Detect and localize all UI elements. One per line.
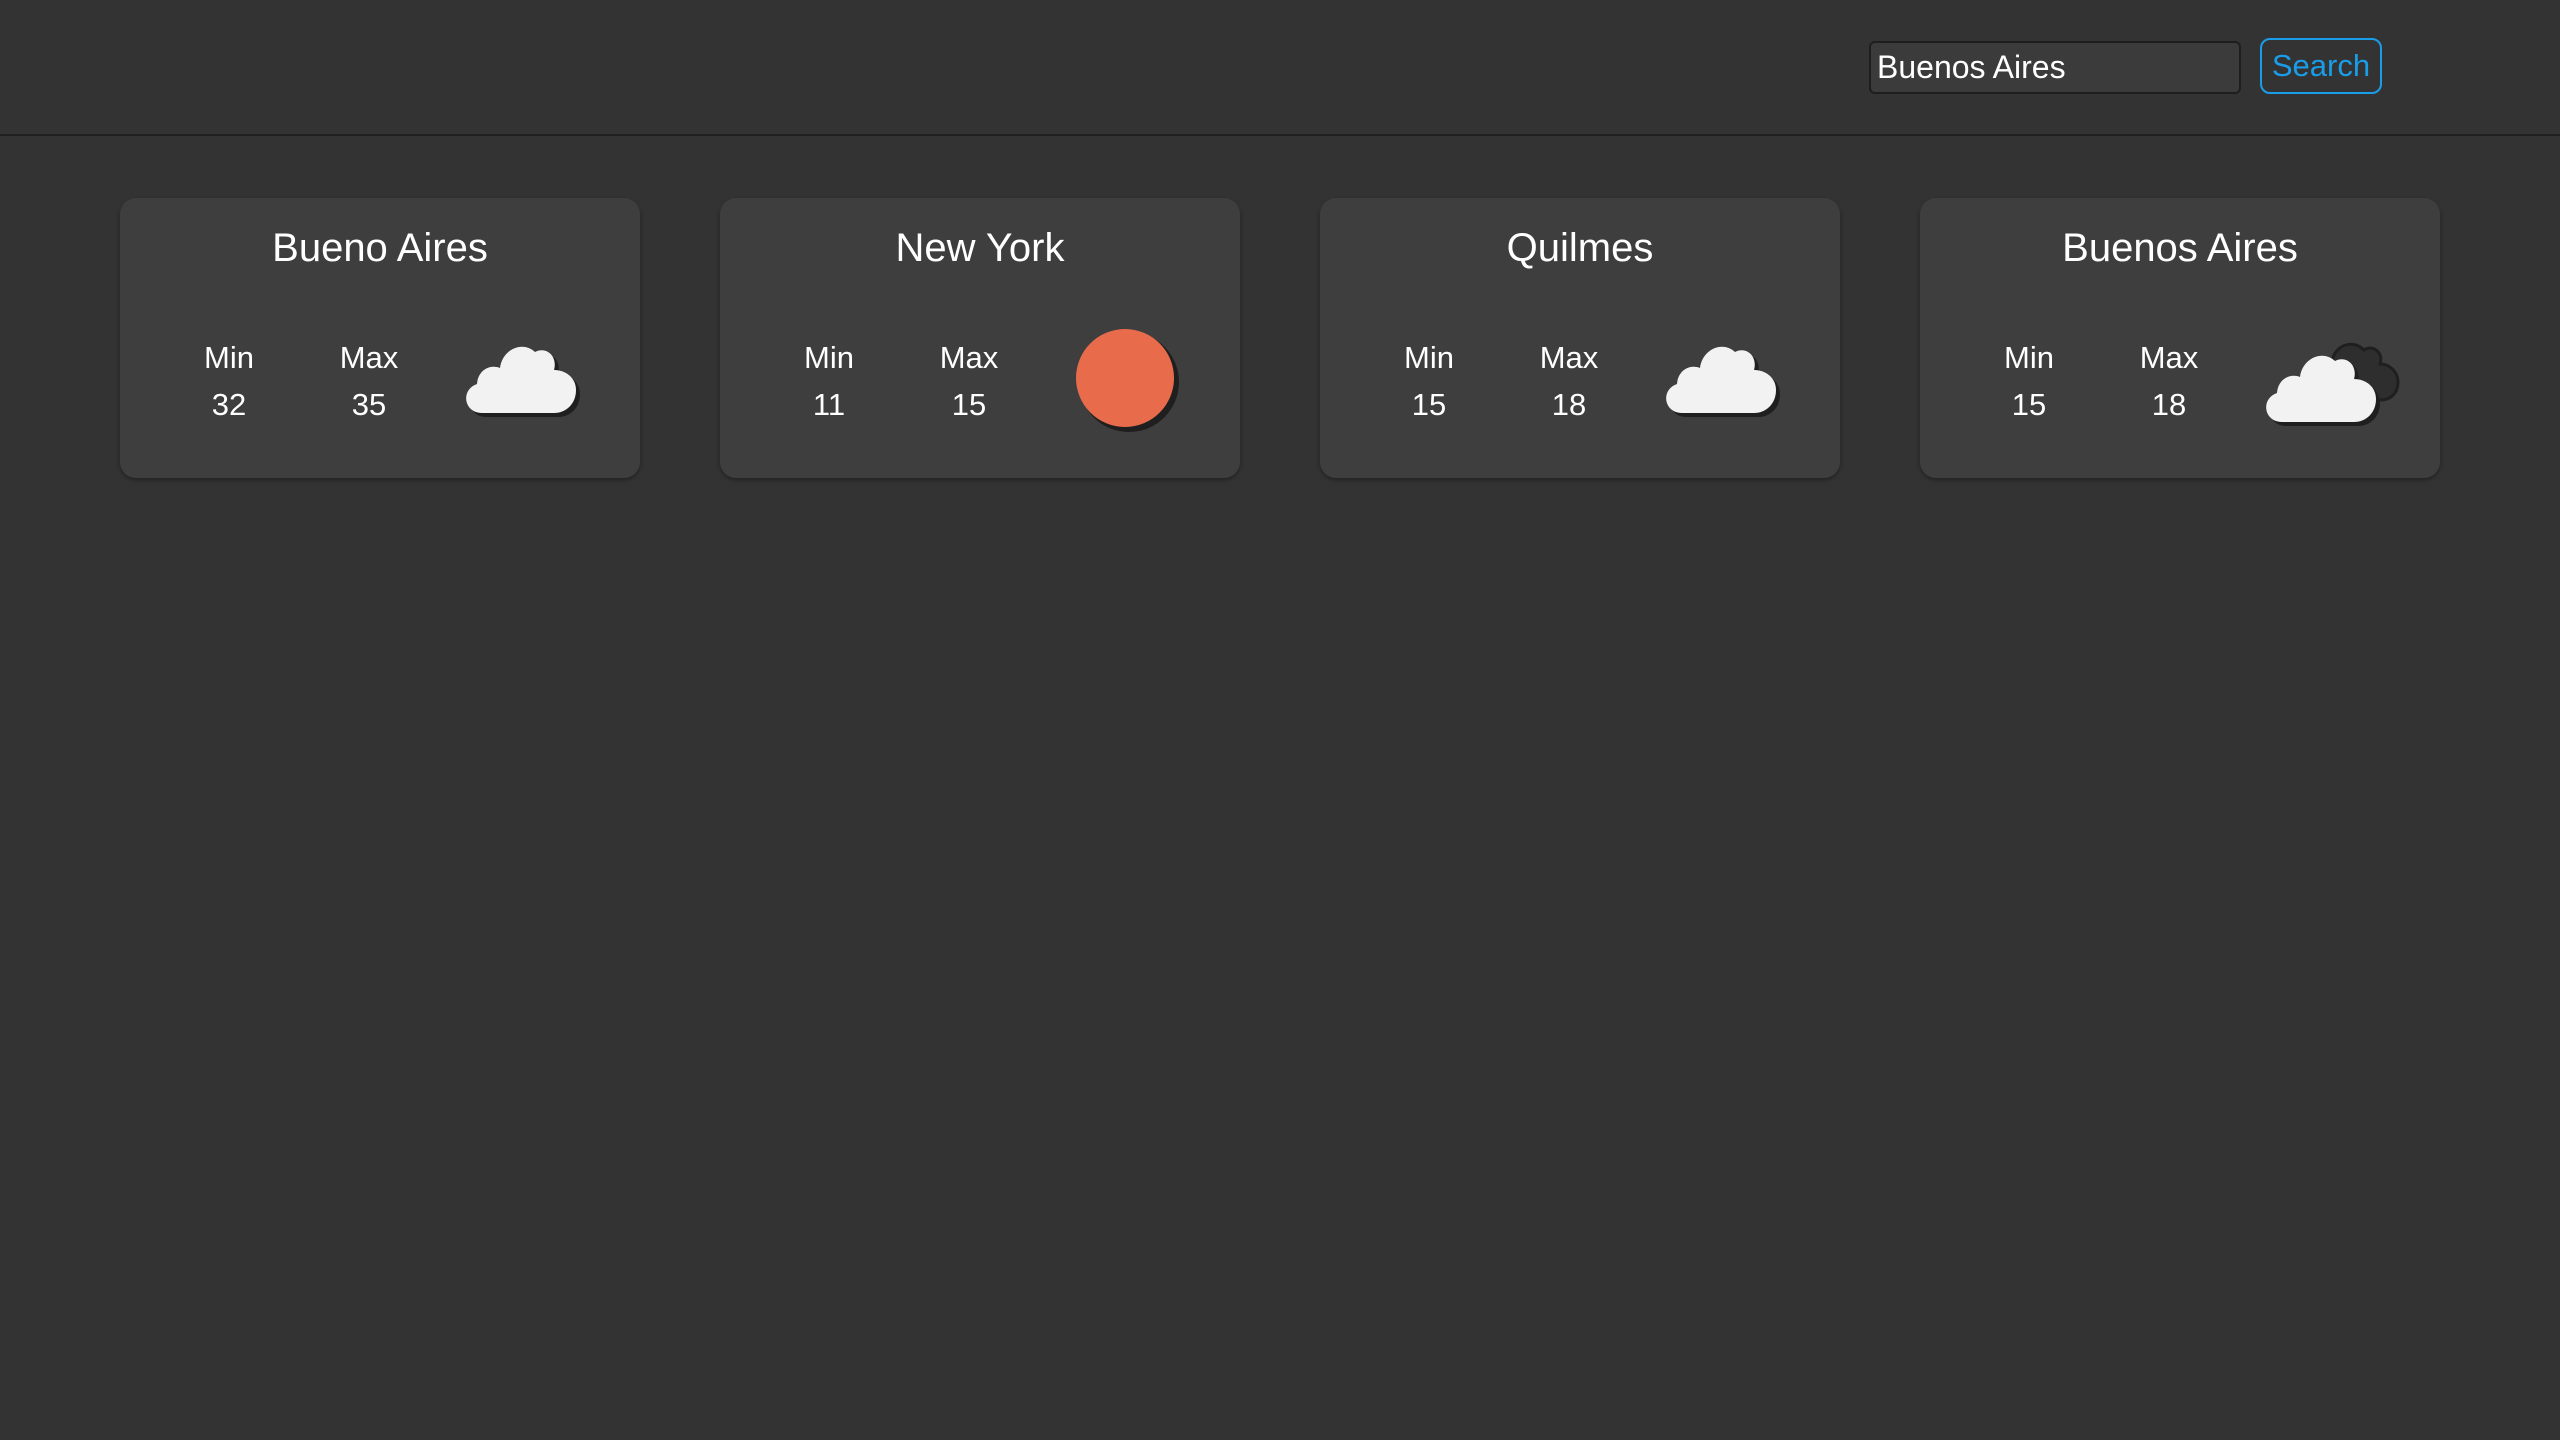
min-temp: Min 32: [174, 334, 284, 428]
max-label: Max: [939, 340, 999, 375]
search-input[interactable]: [1869, 41, 2241, 94]
min-label: Min: [204, 340, 254, 375]
sun-icon: [1076, 329, 1179, 432]
weather-card: New York Min 11 Max 15: [720, 198, 1240, 478]
city-name: New York: [895, 226, 1065, 270]
top-bar: Search: [0, 0, 2560, 136]
max-value: 15: [951, 387, 987, 422]
max-label: Max: [2139, 340, 2199, 375]
min-value: 11: [812, 387, 846, 422]
cloud-icon: [1666, 346, 1780, 417]
weather-card: Buenos Aires Min 15 Max 18: [1920, 198, 2440, 478]
max-value: 35: [351, 387, 387, 422]
max-temp: Max 18: [2114, 334, 2224, 428]
max-temp: Max 15: [914, 334, 1024, 428]
max-label: Max: [339, 340, 399, 375]
max-value: 18: [2151, 387, 2187, 422]
min-value: 32: [211, 387, 247, 422]
max-temp: Max 35: [314, 334, 424, 428]
min-label: Min: [1404, 340, 1454, 375]
max-value: 18: [1551, 387, 1587, 422]
weather-card: Quilmes Min 15 Max 18: [1320, 198, 1840, 478]
cloud-icon: [466, 346, 580, 417]
city-name: Quilmes: [1506, 226, 1654, 270]
clouds-icon: [2266, 342, 2400, 426]
max-label: Max: [1539, 340, 1599, 375]
min-label: Min: [2004, 340, 2054, 375]
min-label: Min: [804, 340, 854, 375]
min-temp: Min 15: [1374, 334, 1484, 428]
search-button[interactable]: Search: [2260, 38, 2382, 94]
weather-card: Bueno Aires Min 32 Max 35: [120, 198, 640, 478]
max-temp: Max 18: [1514, 334, 1624, 428]
min-temp: Min 11: [774, 334, 884, 428]
city-name: Bueno Aires: [272, 226, 488, 270]
min-value: 15: [2011, 387, 2047, 422]
min-value: 15: [1411, 387, 1447, 422]
city-name: Buenos Aires: [2062, 226, 2298, 270]
min-temp: Min 15: [1974, 334, 2084, 428]
